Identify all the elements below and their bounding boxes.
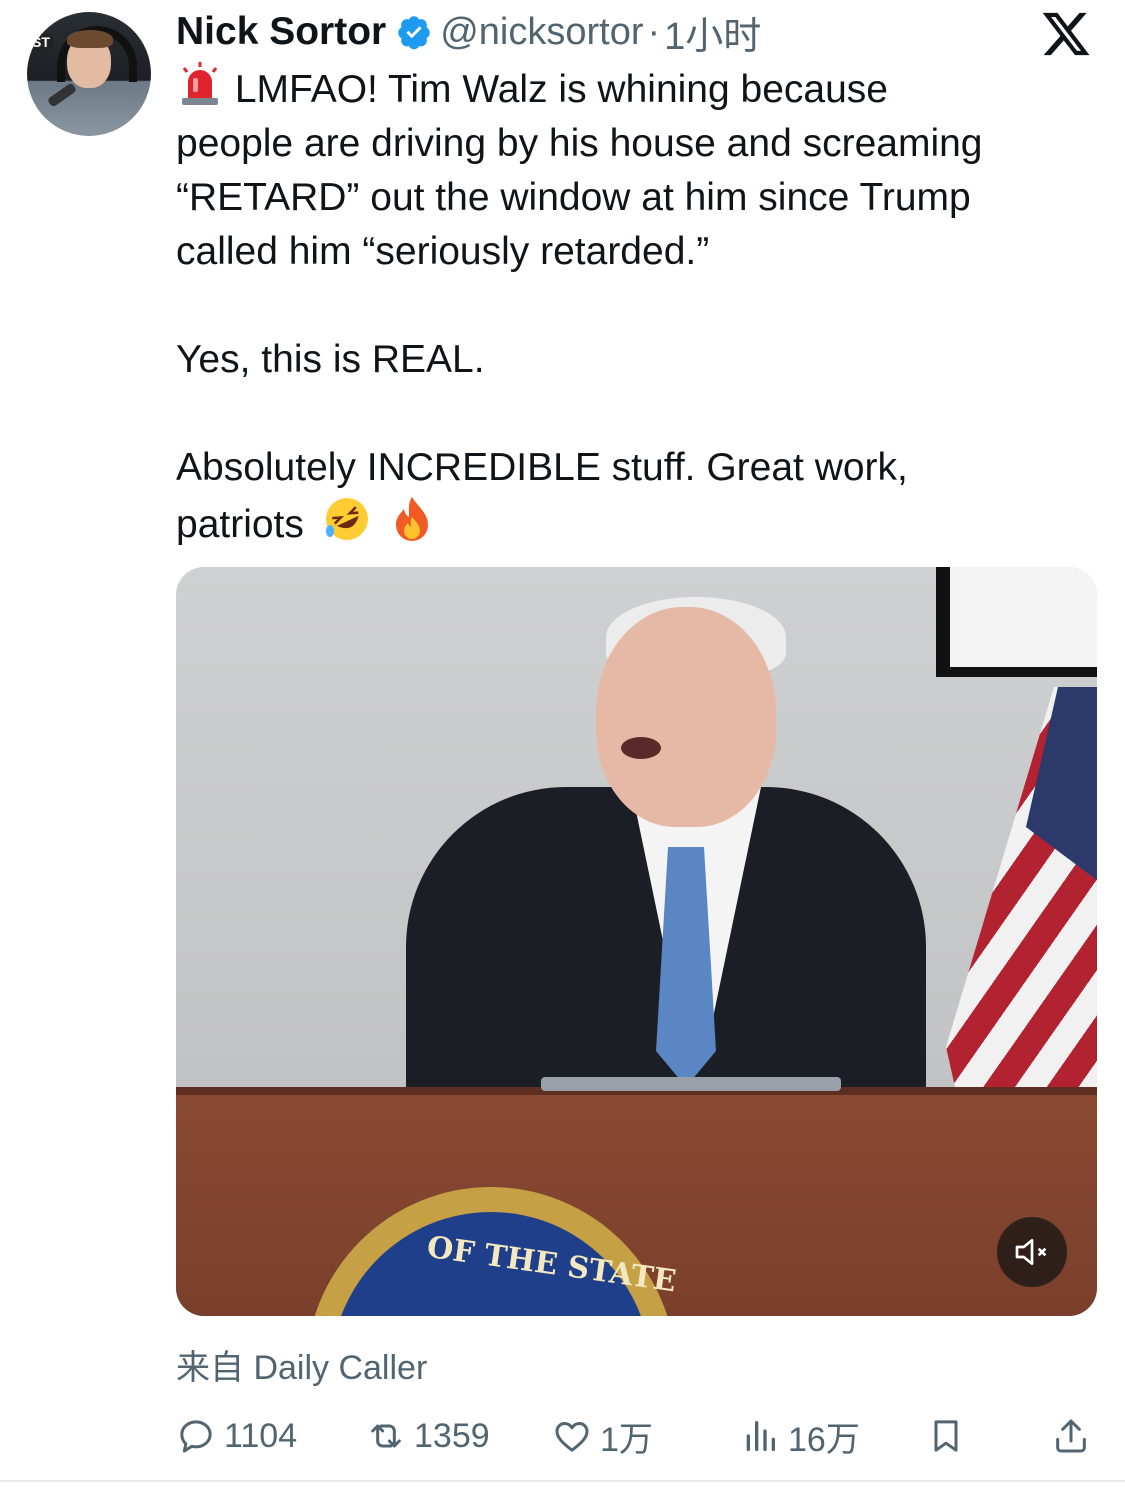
reply-count: 1104: [224, 1416, 298, 1455]
tweet-line-text: LMFAO! Tim Walz is whining because: [234, 68, 888, 111]
author-handle[interactable]: @nicksortor: [440, 11, 643, 54]
rolling-laughing-icon: [325, 498, 368, 540]
tweet-line-text: called him “seriously retarded.”: [176, 230, 710, 273]
heart-icon: [555, 1422, 589, 1452]
tweet-body: LMFAO! Tim Walz is whining because peopl…: [176, 60, 1076, 552]
video-player[interactable]: OF THE STATE: [176, 567, 1097, 1316]
tweet-page: ST Nick Sortor @nicksortor · 1小时 LMFAO! …: [0, 0, 1125, 1501]
tweet-header: Nick Sortor @nicksortor · 1小时: [176, 6, 761, 58]
speaker-head: [596, 607, 776, 827]
reply-icon: [180, 1420, 212, 1453]
views-button[interactable]: 16万: [740, 1410, 860, 1462]
bookmark-button[interactable]: [926, 1410, 974, 1462]
speaker-muted-icon: [1015, 1239, 1047, 1265]
share-button[interactable]: [1051, 1410, 1099, 1462]
separator-dot: ·: [647, 10, 661, 53]
timestamp[interactable]: 1小时: [664, 5, 761, 60]
divider: [0, 1480, 1125, 1482]
tweet-line: LMFAO! Tim Walz is whining because: [176, 60, 1076, 117]
tweet-line-text: Yes, this is REAL.: [176, 338, 485, 381]
tweet-line-text: patriots: [176, 503, 304, 546]
share-icon: [1056, 1419, 1086, 1453]
reply-button[interactable]: 1104: [176, 1410, 297, 1462]
tweet-line-text: people are driving by his house and scre…: [176, 122, 983, 165]
repost-icon: [371, 1424, 401, 1448]
fire-icon: [395, 497, 428, 541]
x-logo-icon[interactable]: [1040, 8, 1092, 60]
tweet-line-text: “RETARD” out the window at him since Tru…: [176, 176, 971, 219]
source-label[interactable]: 来自 Daily Caller: [176, 1340, 427, 1389]
tweet-line-text: Absolutely INCREDIBLE stuff. Great work,: [176, 446, 908, 489]
like-button[interactable]: 1万: [552, 1410, 653, 1462]
views-chart-icon: [746, 1421, 775, 1451]
police-light-icon: [182, 62, 218, 105]
repost-button[interactable]: 1359: [366, 1410, 490, 1462]
mute-button[interactable]: [997, 1217, 1067, 1287]
like-count: 1万: [600, 1420, 653, 1459]
repost-count: 1359: [414, 1416, 490, 1455]
author-name[interactable]: Nick Sortor: [176, 10, 386, 54]
action-bar: 1104 1359 1万 16万: [176, 1410, 1096, 1462]
verified-badge-icon: [398, 16, 430, 50]
views-count: 16万: [788, 1420, 860, 1459]
tweet-line: patriots: [176, 495, 1076, 552]
bookmark-icon: [934, 1420, 958, 1452]
avatar[interactable]: ST: [27, 12, 151, 136]
projection-screen: [936, 567, 1097, 677]
